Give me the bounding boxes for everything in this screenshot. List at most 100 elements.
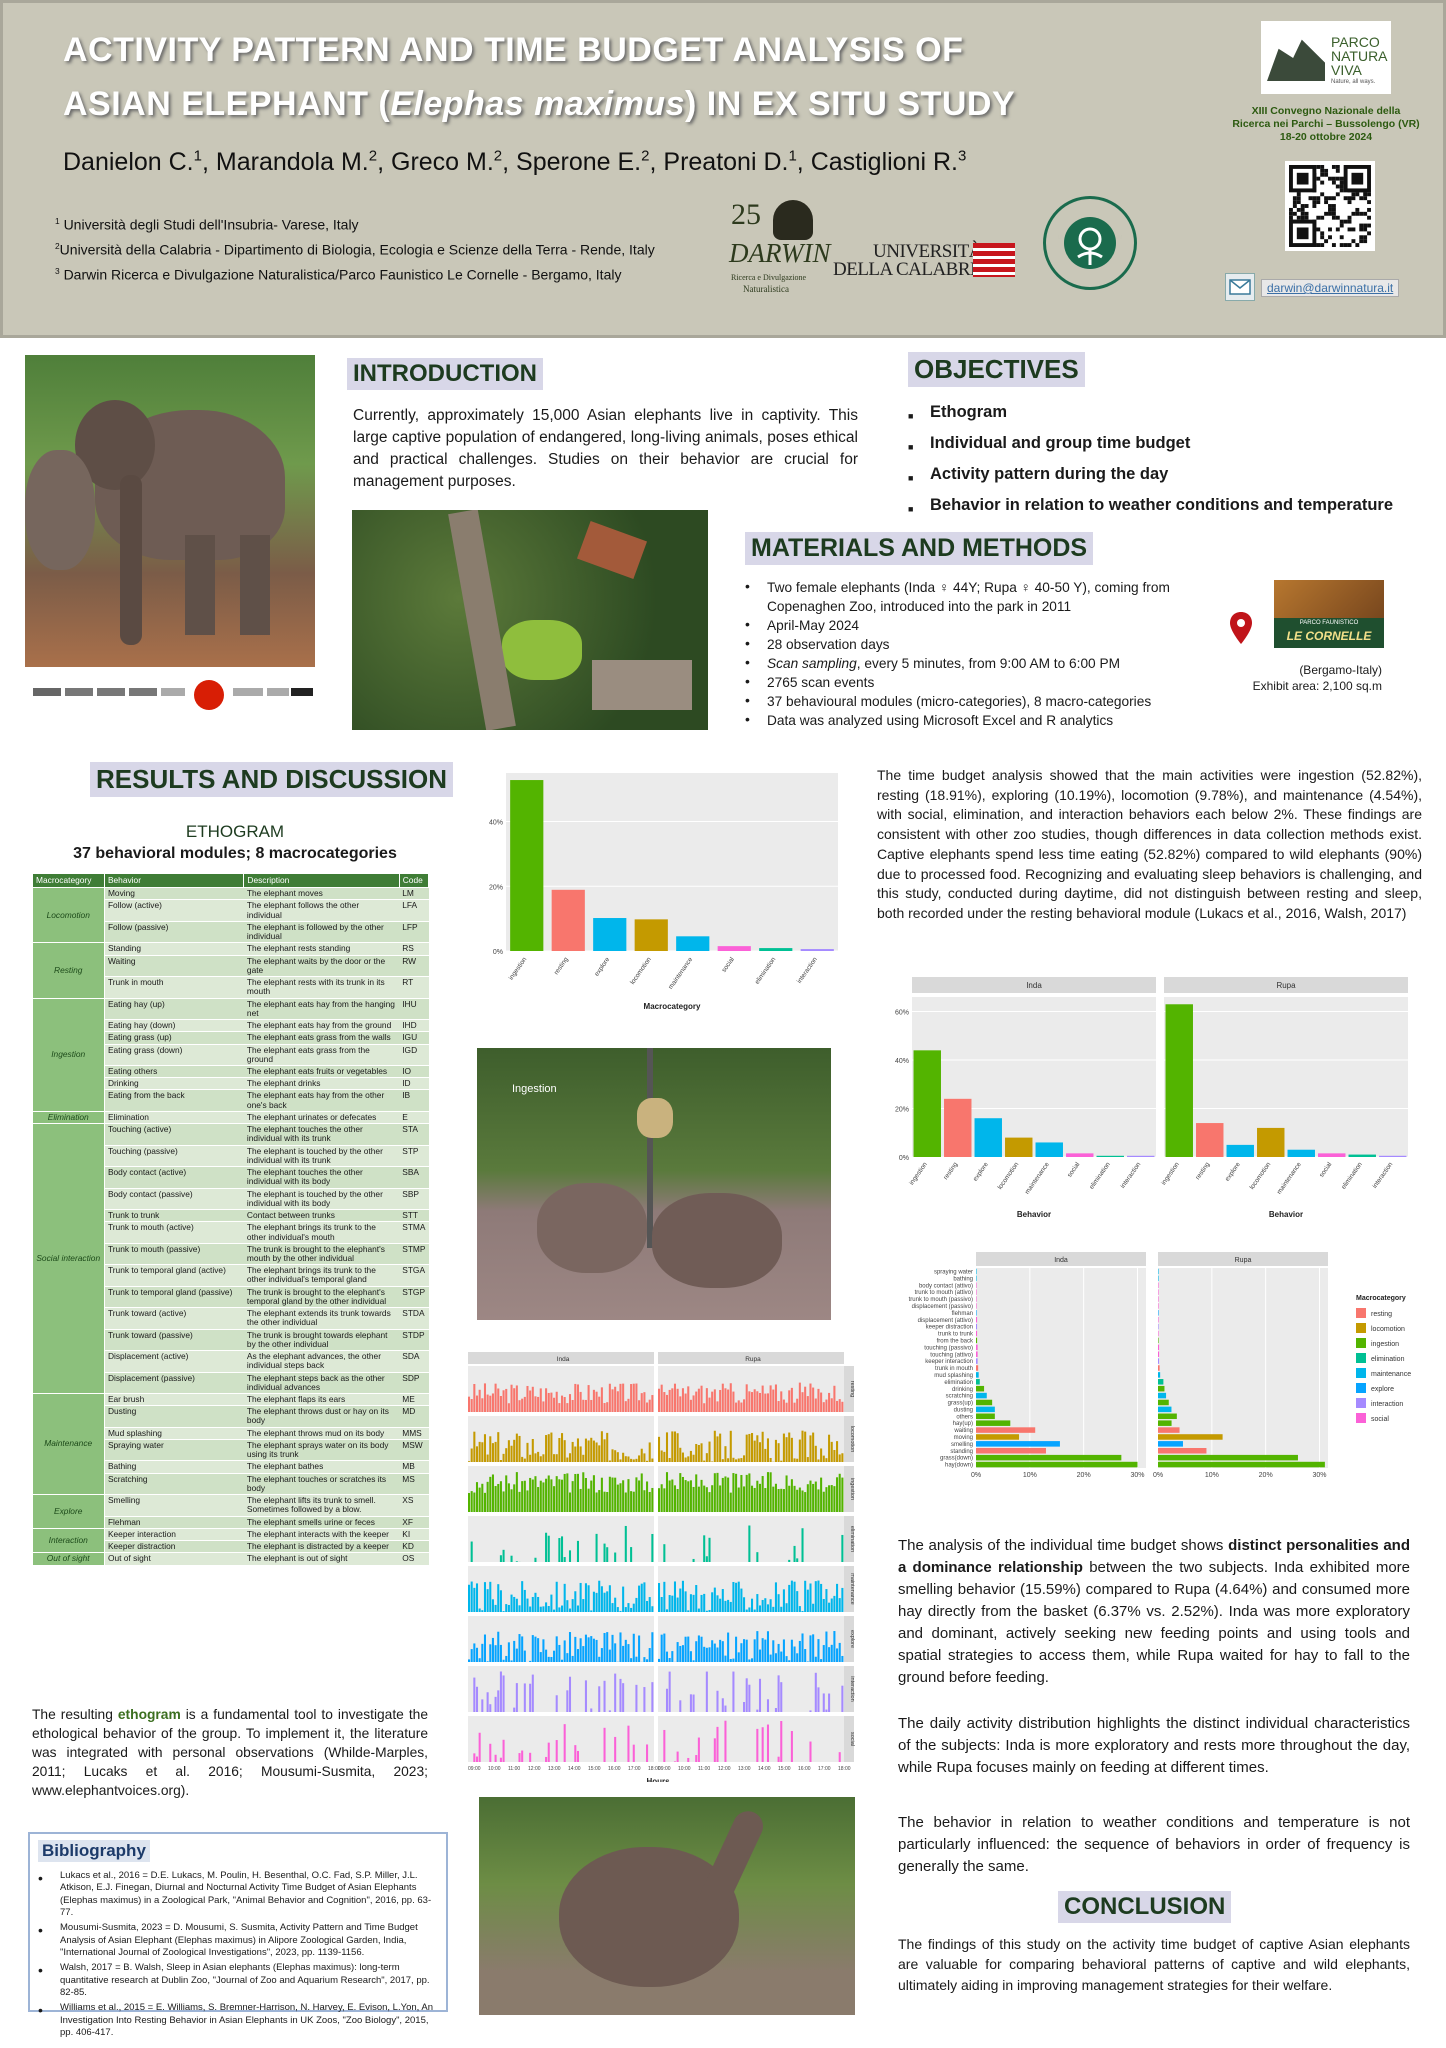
bar: [643, 1687, 646, 1712]
bar: [539, 1456, 542, 1462]
bar: [828, 1485, 831, 1512]
bar: [841, 1477, 844, 1512]
bar: [515, 1598, 518, 1612]
title-part: ASIAN ELEPHANT (: [63, 85, 391, 123]
bar: [761, 1638, 764, 1662]
bar: [619, 1610, 622, 1612]
bar: [587, 1488, 590, 1512]
bar: [555, 1695, 558, 1712]
author: Danielon C.1,: [63, 148, 216, 177]
bar: [640, 1473, 643, 1512]
bar: [780, 1391, 783, 1412]
table-cell: SDP: [399, 1372, 429, 1395]
bar: [630, 1384, 633, 1412]
bar: [719, 1639, 722, 1662]
monkey-icon: [773, 200, 813, 240]
table-cell: STP: [399, 1145, 429, 1168]
bar: [814, 1581, 817, 1612]
bar: [785, 1402, 788, 1412]
bar: [571, 1481, 574, 1512]
bar: [635, 1656, 638, 1662]
bar: [576, 1649, 579, 1662]
bar: [758, 1649, 762, 1662]
table-cell: KI: [399, 1528, 429, 1542]
bar: [780, 1460, 783, 1462]
bar: [627, 1398, 630, 1412]
bar: [558, 1403, 561, 1412]
bar: [568, 1492, 572, 1512]
bar: [721, 1477, 724, 1512]
bar: [563, 1724, 566, 1762]
bar: [1158, 1323, 1159, 1330]
x-tick-label: ingestion: [908, 1161, 929, 1187]
table-row: Explore Smelling The elephant lifts its tr…: [32, 1494, 429, 1529]
table-cell: STDA: [399, 1307, 429, 1330]
bar: [679, 1396, 682, 1412]
bar: [836, 1477, 839, 1512]
bar: [627, 1456, 630, 1462]
bar: [756, 1552, 759, 1562]
table-cell: Bathing: [104, 1460, 244, 1474]
bar: [658, 1488, 661, 1512]
bar: [684, 1393, 687, 1412]
bar: [539, 1480, 542, 1512]
bar: [595, 1533, 598, 1562]
bar: [740, 1402, 743, 1412]
bar: [505, 1388, 508, 1412]
bar: [716, 1436, 719, 1462]
bar: [700, 1479, 703, 1512]
bar: [825, 1709, 828, 1712]
bar: [646, 1600, 649, 1612]
table-cell: SBP: [399, 1188, 429, 1211]
table-header: Code: [398, 873, 429, 889]
y-tick-label: hay(up): [953, 1421, 973, 1427]
table-cell: The elephant sprays water on its body us…: [243, 1439, 400, 1462]
bar: [772, 1486, 775, 1512]
bar: [676, 1433, 679, 1462]
bar: [665, 1688, 669, 1712]
email-link[interactable]: darwin@darwinnatura.it: [1261, 279, 1400, 297]
bar: [579, 1446, 582, 1462]
bar: [568, 1676, 572, 1712]
bar: [841, 1453, 844, 1462]
bar: [539, 1606, 542, 1612]
bar: [801, 1392, 804, 1412]
bar: [542, 1606, 545, 1612]
bar: [748, 1433, 751, 1462]
qr-code-icon[interactable]: [1285, 161, 1375, 251]
bar: [468, 1396, 471, 1412]
bar: [817, 1639, 820, 1662]
bar: [753, 1609, 756, 1612]
table-cell: Eating hay (down): [104, 1019, 244, 1033]
bar: [1158, 1406, 1172, 1413]
bar: [497, 1388, 500, 1412]
bar: [584, 1680, 587, 1712]
bar: [812, 1603, 815, 1612]
bar: [494, 1383, 497, 1412]
bar: [499, 1395, 502, 1412]
bar: [483, 1634, 486, 1662]
bar: [539, 1388, 542, 1412]
bar: [489, 1476, 492, 1512]
objectives-title: OBJECTIVES: [908, 352, 1085, 387]
methods-item: Two female elephants (Inda ♀ 44Y; Rupa ♀…: [745, 577, 1215, 616]
bar: [713, 1473, 716, 1512]
bar: [756, 1631, 759, 1662]
bar: [769, 1599, 772, 1612]
bar: [648, 1442, 651, 1462]
darwin-logo-name: DARWIN: [729, 238, 831, 268]
bar: [622, 1452, 625, 1462]
bar: [1158, 1275, 1159, 1282]
bar: [684, 1480, 687, 1512]
bar: [708, 1647, 711, 1662]
bar: [809, 1635, 812, 1662]
bar: [782, 1433, 785, 1462]
bar: [632, 1459, 635, 1462]
bar: [470, 1541, 473, 1562]
table-macro-cell: Maintenance: [32, 1393, 105, 1496]
bar: [976, 1434, 1020, 1440]
bar: [660, 1484, 663, 1512]
bar: [619, 1678, 622, 1712]
bar: [724, 1655, 727, 1662]
bar: [531, 1635, 534, 1662]
